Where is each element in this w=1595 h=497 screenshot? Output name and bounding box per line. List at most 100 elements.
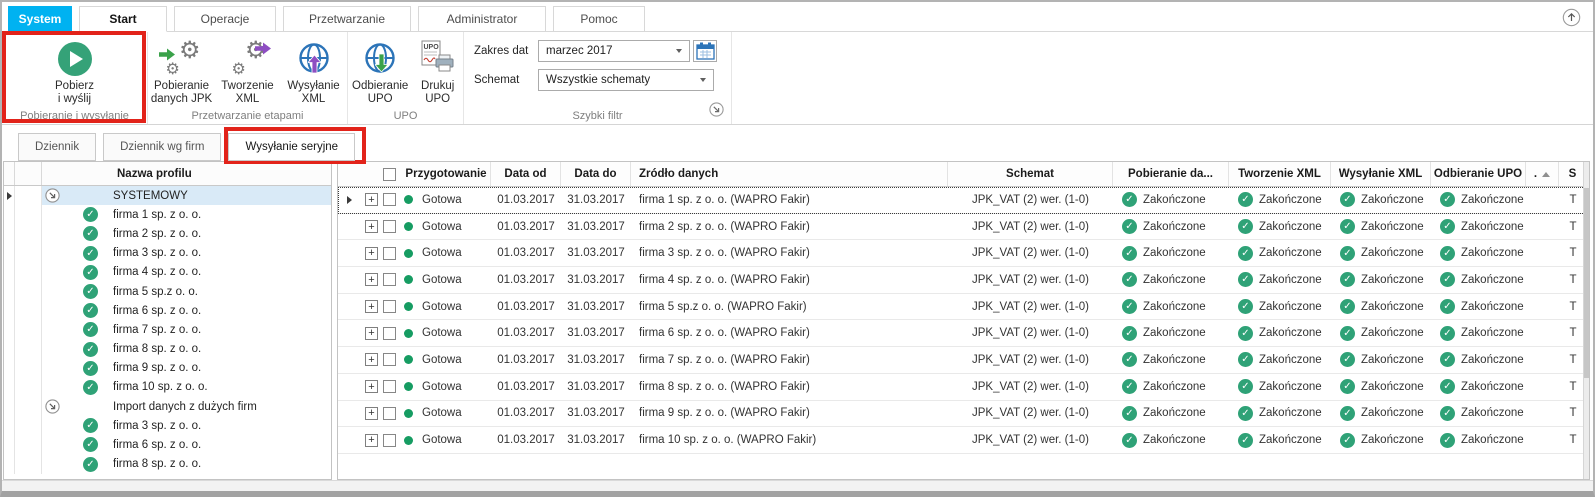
profile-row[interactable]: firma 4 sp. z o. o. — [4, 263, 331, 282]
column-header-sorted[interactable]: . — [1526, 162, 1559, 186]
row-checkbox[interactable] — [383, 193, 396, 206]
row-checkbox[interactable] — [383, 273, 396, 286]
row-checkbox[interactable] — [383, 380, 396, 393]
preparation-status: Gotowa — [422, 301, 462, 313]
expand-row-button[interactable] — [365, 193, 378, 206]
column-header-odbieranie-upo[interactable]: Odbieranie UPO — [1431, 162, 1526, 186]
profile-row[interactable]: SYSTEMOWY — [4, 186, 331, 205]
row-checkbox[interactable] — [383, 247, 396, 260]
row-indicator — [4, 244, 15, 263]
calendar-picker-button[interactable] — [693, 40, 717, 62]
column-header-data-do[interactable]: Data do — [561, 162, 631, 186]
schemat-combobox[interactable]: Wszystkie schematy — [538, 69, 714, 91]
stage-status: Zakończone — [1143, 354, 1206, 366]
pobierz-i-wyslij-button[interactable]: Pobierzi wyślij — [2, 34, 147, 106]
profile-row[interactable]: firma 1 sp. z o. o. — [4, 205, 331, 224]
ribbon-tab-start[interactable]: Start — [79, 6, 167, 32]
odbieranie-upo-button[interactable]: OdbieranieUPO — [348, 34, 412, 106]
profile-row[interactable]: firma 8 sp. z o. o. — [4, 340, 331, 359]
profile-row[interactable]: firma 3 sp. z o. o. — [4, 244, 331, 263]
row-checkbox[interactable] — [383, 220, 396, 233]
expand-row-button[interactable] — [365, 434, 378, 447]
expand-row-button[interactable] — [365, 220, 378, 233]
profile-row[interactable]: firma 9 sp. z o. o. — [4, 359, 331, 378]
row-expand-cell — [15, 320, 42, 339]
ribbon-tab-administrator[interactable]: Administrator — [418, 6, 546, 32]
expand-row-button[interactable] — [365, 353, 378, 366]
column-header-pobieranie-danych[interactable]: Pobieranie da... — [1113, 162, 1229, 186]
expand-row-button[interactable] — [365, 247, 378, 260]
grid-row[interactable]: Gotowa 01.03.2017 31.03.2017 firma 7 sp.… — [338, 347, 1589, 374]
stage-status: Zakończone — [1361, 434, 1424, 446]
pobieranie-danych-jpk-button[interactable]: Pobieraniedanych JPK — [149, 34, 215, 106]
grid-row[interactable]: Gotowa 01.03.2017 31.03.2017 firma 6 sp.… — [338, 320, 1589, 347]
profile-row[interactable]: firma 2 sp. z o. o. — [4, 224, 331, 243]
row-checkbox[interactable] — [383, 300, 396, 313]
row-checkbox[interactable] — [383, 434, 396, 447]
ready-dot-icon — [404, 302, 413, 311]
grid-row[interactable]: Gotowa 01.03.2017 31.03.2017 firma 1 sp.… — [338, 187, 1589, 214]
date-from: 01.03.2017 — [491, 320, 561, 346]
column-header-data-od[interactable]: Data od — [491, 162, 561, 186]
vertical-scrollbar[interactable] — [1583, 162, 1589, 479]
grid-row[interactable]: Gotowa 01.03.2017 31.03.2017 firma 8 sp.… — [338, 374, 1589, 401]
row-indicator — [4, 340, 15, 359]
expand-row-button[interactable] — [365, 327, 378, 340]
profile-row[interactable]: Import danych z dużych firm — [4, 397, 331, 416]
row-checkbox[interactable] — [383, 407, 396, 420]
profile-row[interactable]: firma 3 sp. z o. o. — [4, 416, 331, 435]
tworzenie-xml-button[interactable]: TworzenieXML — [215, 34, 281, 106]
tab-dziennik[interactable]: Dziennik — [18, 133, 96, 161]
profile-name: firma 8 sp. z o. o. — [113, 343, 201, 355]
column-header-wysylanie-xml[interactable]: Wysyłanie XML — [1331, 162, 1431, 186]
ribbon-tab-pomoc[interactable]: Pomoc — [553, 6, 645, 32]
drukuj-upo-button[interactable]: UPO DrukujUPO — [412, 34, 463, 106]
ribbon-tab-system[interactable]: System — [8, 6, 72, 32]
done-check-icon — [1238, 192, 1253, 207]
horizontal-scrollbar-strip[interactable] — [2, 480, 1593, 491]
grid-row[interactable]: Gotowa 01.03.2017 31.03.2017 firma 2 sp.… — [338, 214, 1589, 241]
data-source: firma 10 sp. z o. o. (WAPRO Fakir) — [631, 427, 948, 453]
sorted-cell — [1526, 427, 1559, 453]
profile-row[interactable]: firma 6 sp. z o. o. — [4, 435, 331, 454]
column-header-nazwa-profilu[interactable]: Nazwa profilu — [42, 162, 331, 185]
preparation-status: Gotowa — [422, 221, 462, 233]
expand-row-button[interactable] — [365, 380, 378, 393]
done-check-icon — [1122, 406, 1137, 421]
wysylanie-xml-button[interactable]: WysyłanieXML — [281, 34, 347, 106]
column-header-schemat[interactable]: Schemat — [948, 162, 1113, 186]
grid-row[interactable]: Gotowa 01.03.2017 31.03.2017 firma 4 sp.… — [338, 267, 1589, 294]
dialog-launcher-icon[interactable] — [709, 102, 724, 122]
scrollbar-thumb[interactable] — [1584, 188, 1589, 378]
profile-row[interactable]: firma 6 sp. z o. o. — [4, 301, 331, 320]
profile-row[interactable]: firma 8 sp. z o. o. — [4, 455, 331, 474]
grid-row[interactable]: Gotowa 01.03.2017 31.03.2017 firma 5 sp.… — [338, 294, 1589, 321]
grid-row[interactable]: Gotowa 01.03.2017 31.03.2017 firma 3 sp.… — [338, 240, 1589, 267]
done-check-icon — [1238, 326, 1253, 341]
ribbon-tab-przetwarzanie[interactable]: Przetwarzanie — [283, 6, 411, 32]
ribbon-group-przetwarzanie-etapami: Pobieraniedanych JPK TworzenieXML — [148, 32, 348, 124]
row-checkbox[interactable] — [383, 327, 396, 340]
profile-row[interactable]: firma 7 sp. z o. o. — [4, 320, 331, 339]
tab-wysylanie-seryjne[interactable]: Wysyłanie seryjne — [228, 133, 355, 161]
zakres-dat-combobox[interactable]: marzec 2017 — [538, 40, 690, 62]
grid-row[interactable]: Gotowa 01.03.2017 31.03.2017 firma 10 sp… — [338, 427, 1589, 454]
expand-row-button[interactable] — [365, 273, 378, 286]
ribbon-tab-operacje[interactable]: Operacje — [174, 6, 276, 32]
select-all-checkbox[interactable] — [383, 168, 396, 181]
row-expand-cell — [15, 455, 42, 474]
tab-dziennik-wg-firm[interactable]: Dziennik wg firm — [103, 133, 221, 161]
ready-dot-icon — [404, 329, 413, 338]
column-header-zrodlo-danych[interactable]: Źródło danych — [631, 162, 948, 186]
collapse-ribbon-icon[interactable] — [1562, 8, 1581, 27]
stage-status: Zakończone — [1461, 194, 1524, 206]
profile-row[interactable]: firma 10 sp. z o. o. — [4, 378, 331, 397]
expand-row-button[interactable] — [365, 407, 378, 420]
column-header-tworzenie-xml[interactable]: Tworzenie XML — [1229, 162, 1331, 186]
row-checkbox[interactable] — [383, 353, 396, 366]
column-header-przygotowanie[interactable]: Przygotowanie — [360, 162, 491, 186]
data-source: firma 1 sp. z o. o. (WAPRO Fakir) — [631, 187, 948, 213]
expand-row-button[interactable] — [365, 300, 378, 313]
profile-row[interactable]: firma 5 sp.z o. o. — [4, 282, 331, 301]
grid-row[interactable]: Gotowa 01.03.2017 31.03.2017 firma 9 sp.… — [338, 401, 1589, 428]
